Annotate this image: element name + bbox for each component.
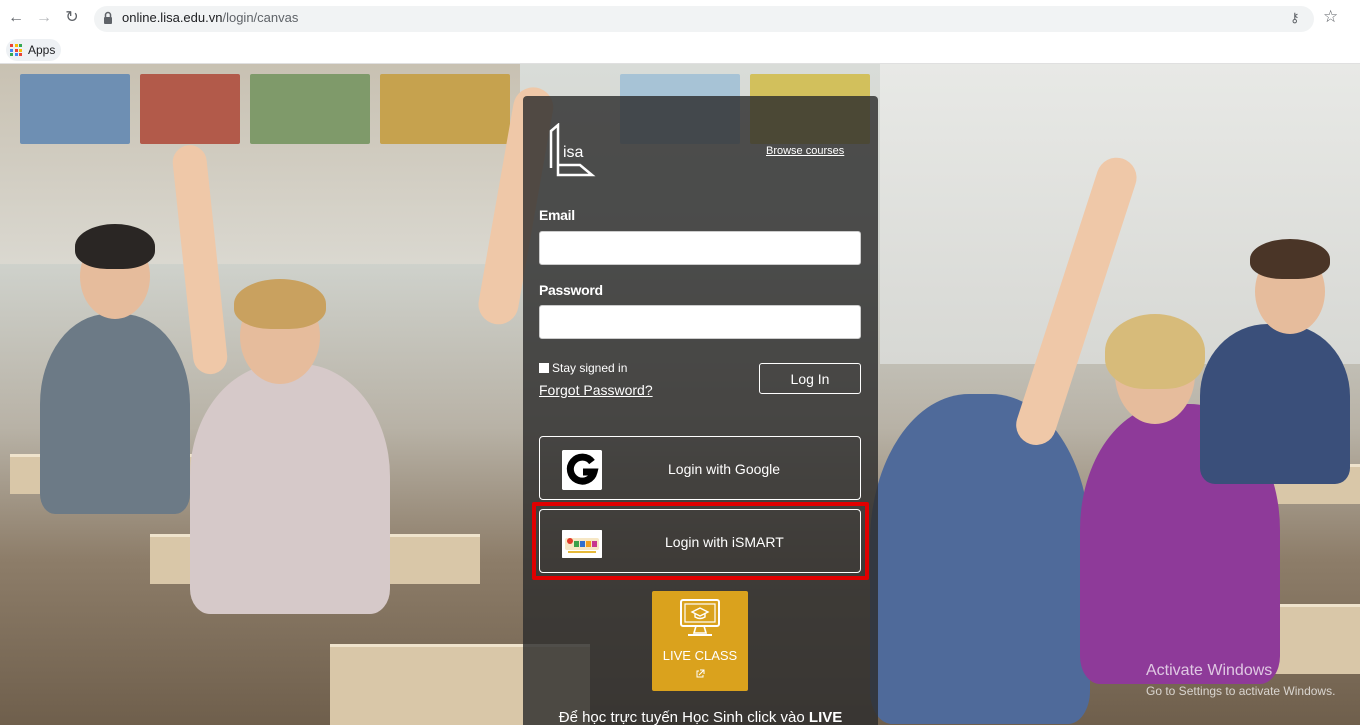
apps-button[interactable]: Apps (6, 39, 62, 61)
email-field[interactable] (539, 231, 861, 265)
password-key-icon[interactable]: ⚷ (1290, 10, 1300, 26)
highlight-box (532, 502, 869, 580)
apps-grid-icon (10, 44, 22, 56)
password-label: Password (539, 282, 603, 298)
wall-drawing (140, 74, 240, 144)
browse-courses-link[interactable]: Browse courses (766, 145, 844, 157)
forward-arrow-icon[interactable]: → (34, 8, 54, 28)
bookmarks-bar: Apps (0, 36, 1360, 64)
stay-signed-in-checkbox[interactable]: Stay signed in (539, 361, 627, 375)
student-hair (1105, 314, 1205, 389)
student (40, 314, 190, 514)
lisa-logo: isa (549, 123, 596, 177)
password-field[interactable] (539, 305, 861, 339)
footer-instruction-bold: LIVE (808, 709, 843, 725)
monitor-graduation-cap-icon (680, 599, 720, 636)
activate-windows-title: Activate Windows (1146, 662, 1273, 679)
google-login-label: Login with Google (668, 461, 781, 477)
reload-icon[interactable]: ↻ (62, 8, 82, 28)
footer-instruction-text: Để học trực tuyến Học Sinh click vào (558, 709, 809, 725)
lock-icon (104, 11, 112, 24)
activate-windows-subtitle: Go to Settings to activate Windows. (1146, 684, 1336, 698)
checkbox-box[interactable] (539, 363, 549, 373)
google-g-icon (562, 450, 602, 490)
log-in-button[interactable]: Log In (759, 363, 861, 394)
forgot-password-link[interactable]: Forgot Password? (539, 382, 653, 398)
student (870, 394, 1090, 724)
wall-drawing (380, 74, 510, 144)
wall-drawing (250, 74, 370, 144)
apps-label: Apps (28, 43, 56, 57)
student-hair (75, 224, 155, 269)
live-class-label: LIVE CLASS (662, 648, 738, 663)
student-hair (234, 279, 326, 329)
live-class-button[interactable]: LIVE CLASS (652, 591, 748, 691)
student (190, 364, 390, 614)
url-text[interactable]: online.lisa.edu.vn/login/canvas (122, 10, 298, 25)
student (1200, 324, 1350, 484)
footer-instruction: Để học trực tuyến Học Sinh click vào LIV… (523, 709, 878, 725)
browser-toolbar: ← → ↻ online.lisa.edu.vn/login/canvas ⚷ … (0, 0, 1360, 36)
back-arrow-icon[interactable]: ← (6, 8, 26, 28)
stay-signed-in-label: Stay signed in (552, 361, 628, 375)
login-with-google-button[interactable]: Login with Google (539, 436, 861, 500)
wall-drawing (20, 74, 130, 144)
external-link-icon (696, 669, 705, 678)
logo-text: isa (563, 144, 584, 161)
student-hair (1250, 239, 1330, 279)
email-label: Email (539, 207, 575, 223)
bookmark-star-icon[interactable]: ☆ (1323, 7, 1338, 27)
